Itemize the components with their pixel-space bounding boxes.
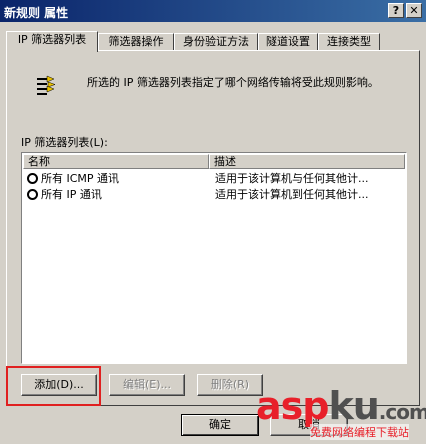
ok-button[interactable]: 确定 bbox=[181, 414, 259, 436]
list-item-ip[interactable]: 所有 IP 通讯 适用于该计算机到任何其他计... bbox=[23, 187, 404, 202]
watermark-gray-text: ku bbox=[328, 384, 379, 428]
watermark: aspku.com 免费网络编程下载站 bbox=[252, 384, 426, 444]
tab-label: 隧道设置 bbox=[266, 35, 310, 48]
tab-label: IP 筛选器列表 bbox=[17, 33, 87, 46]
close-icon: ✕ bbox=[409, 4, 419, 17]
tab-authentication[interactable]: 身份验证方法 bbox=[174, 33, 258, 51]
tab-strip: IP 筛选器列表 筛选器操作 身份验证方法 隧道设置 连接类型 bbox=[6, 31, 420, 52]
watermark-tagline: 免费网络编程下载站 bbox=[310, 424, 409, 440]
column-header-name[interactable]: 名称 bbox=[23, 154, 209, 169]
radio-button[interactable] bbox=[27, 173, 38, 184]
column-header-description[interactable]: 描述 bbox=[209, 154, 405, 169]
radio-button[interactable] bbox=[27, 189, 38, 200]
tab-tunnel-settings[interactable]: 隧道设置 bbox=[258, 33, 318, 51]
list-item-name: 所有 ICMP 通讯 bbox=[41, 172, 120, 185]
list-item-name: 所有 IP 通讯 bbox=[41, 188, 102, 201]
list-item-description: 适用于该计算机与任何其他计... bbox=[215, 172, 369, 185]
help-icon: ? bbox=[392, 4, 400, 17]
add-button-highlight bbox=[6, 366, 101, 406]
tab-label: 身份验证方法 bbox=[183, 35, 249, 48]
help-button[interactable]: ? bbox=[388, 3, 404, 18]
tab-filter-action[interactable]: 筛选器操作 bbox=[98, 33, 174, 51]
ip-filter-list-label: IP 筛选器列表(L): bbox=[21, 136, 108, 149]
window-title: 新规则 属性 bbox=[4, 6, 69, 20]
title-bar[interactable]: 新规则 属性 ? ✕ bbox=[0, 0, 426, 22]
list-item-icmp[interactable]: 所有 ICMP 通讯 适用于该计算机与任何其他计... bbox=[23, 171, 404, 186]
edit-button[interactable]: 编辑(E)... bbox=[109, 374, 185, 396]
tab-label: 筛选器操作 bbox=[108, 35, 164, 48]
watermark-red-text: asp bbox=[256, 384, 329, 428]
close-button[interactable]: ✕ bbox=[406, 3, 422, 18]
rule-description: 所选的 IP 筛选器列表指定了哪个网络传输将受此规则影响。 bbox=[87, 76, 379, 89]
tab-ip-filter-list[interactable]: IP 筛选器列表 bbox=[6, 31, 98, 52]
watermark-suffix: .com bbox=[378, 400, 426, 424]
watermark-logo: aspku.com bbox=[256, 384, 426, 428]
tab-label: 连接类型 bbox=[327, 35, 371, 48]
tab-panel: 所选的 IP 筛选器列表指定了哪个网络传输将受此规则影响。 IP 筛选器列表(L… bbox=[6, 50, 420, 406]
tab-connection-type[interactable]: 连接类型 bbox=[318, 33, 380, 51]
ip-filter-list-icon bbox=[37, 75, 56, 95]
ip-filter-listbox[interactable]: 名称 描述 所有 ICMP 通讯 适用于该计算机与任何其他计... 所有 IP … bbox=[21, 152, 407, 364]
list-item-description: 适用于该计算机到任何其他计... bbox=[215, 188, 369, 201]
